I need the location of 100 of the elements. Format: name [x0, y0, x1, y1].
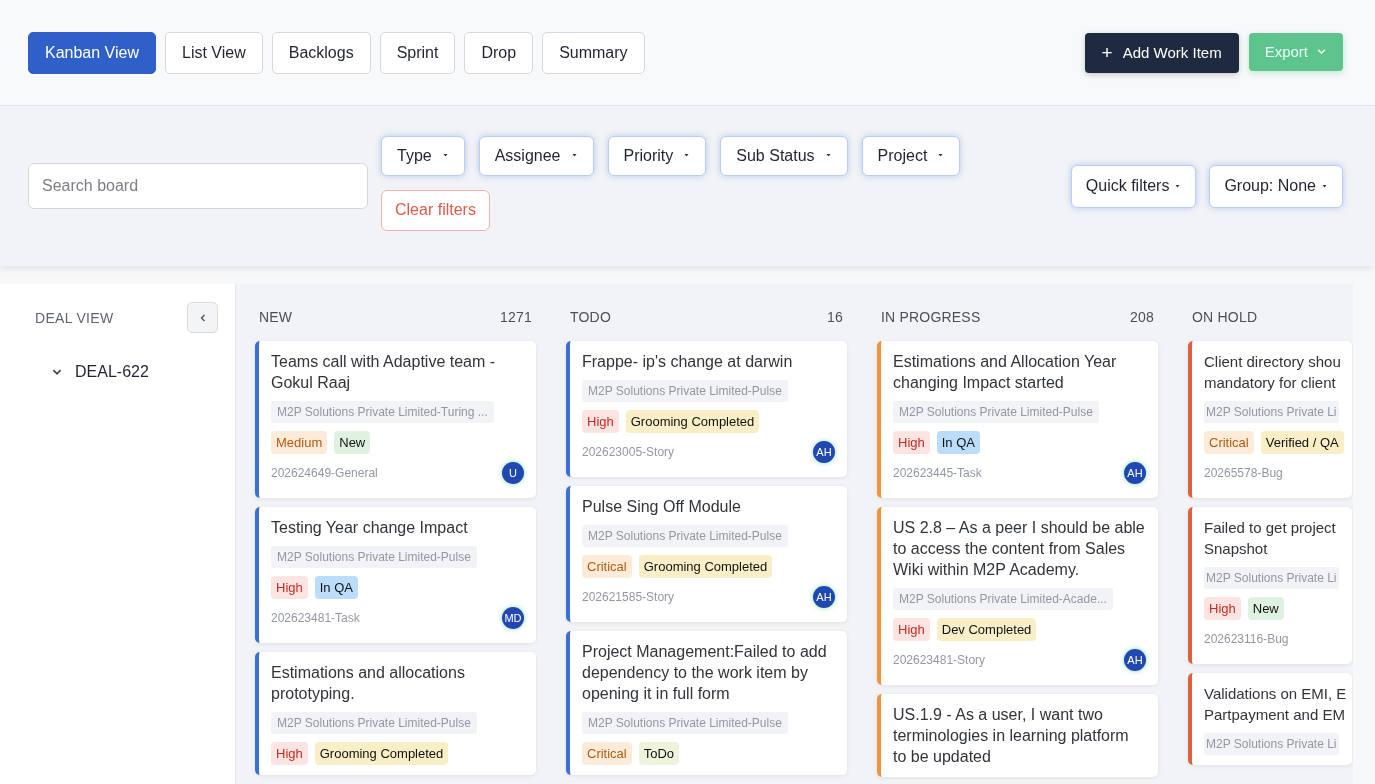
tag: New	[1247, 597, 1284, 620]
column-title: ON HOLD	[1192, 309, 1258, 325]
work-item-id: 20265578-Bug	[1204, 466, 1283, 480]
work-item-card[interactable]: Validations on EMI, E Partpayment and EM M2P Solutions Private Li	[1188, 673, 1352, 765]
tag: Grooming Completed	[638, 555, 773, 578]
filter-dropdown[interactable]: Sub Status	[720, 135, 848, 176]
project-label: M2P Solutions Private Limited-Pulse	[582, 712, 788, 734]
avatar: U	[502, 462, 524, 484]
work-item-id: 202623481-Task	[271, 611, 360, 625]
avatar: MD	[502, 607, 524, 629]
search-field[interactable]: Search board	[28, 163, 368, 209]
caret-icon	[1174, 183, 1182, 189]
work-item-id: 202623481-Story	[893, 653, 986, 667]
work-item-id: 202623116-Bug	[1204, 632, 1289, 646]
card-title: Validations on EMI, E Partpayment and EM	[1204, 684, 1348, 725]
tag: Critical	[582, 555, 632, 578]
project-label: M2P Solutions Private Li	[1204, 567, 1339, 589]
caret-icon	[570, 153, 578, 158]
tag: Dev Completed	[936, 618, 1037, 641]
caret-icon	[824, 153, 832, 158]
project-label: M2P Solutions Private Limited-Pulse	[582, 525, 788, 547]
work-item-card[interactable]: Estimations and allocations prototyping. M2P Solutions Private Limited-Pulse High Grooming Completed	[255, 652, 536, 775]
project-label: M2P Solutions Private Limited-Acade...	[893, 588, 1113, 610]
project-label: M2P Solutions Private Limited-Pulse	[582, 380, 788, 402]
work-item-card[interactable]: Pulse Sing Off Module M2P Solutions Private Limited-Pulse Critical Grooming Completed 202621585-Story AH	[566, 486, 847, 622]
tag: Critical	[1204, 431, 1254, 454]
tag: Critical	[582, 742, 632, 765]
work-item-card[interactable]: Project Management:Failed to add dependency to the work item by opening it in full form M2P Solutions Private Limited-Pulse Critical ToDo	[566, 631, 847, 775]
tag: In QA	[936, 431, 980, 454]
work-item-card[interactable]: US.1.9 - As a user, I want two terminologies in learning platform to be updated	[877, 694, 1158, 777]
view-tab[interactable]: List View	[165, 31, 263, 74]
column-title: IN PROGRESS	[881, 309, 981, 325]
filter-dropdown[interactable]: Type	[381, 135, 465, 176]
column-count: 16	[827, 309, 843, 325]
column-title: NEW	[259, 309, 293, 325]
filter-dropdown[interactable]: Project	[861, 135, 961, 176]
work-item-card[interactable]: Frappe- ip's change at darwin M2P Solutions Private Limited-Pulse High Grooming Completed 202623005-Story AH	[566, 341, 847, 477]
project-label: M2P Solutions Private Limited-Pulse	[893, 401, 1099, 423]
avatar: AH	[1124, 649, 1146, 671]
card-title: Failed to get project Snapshot	[1204, 518, 1337, 559]
tag: New	[334, 431, 371, 454]
card-title: Project Management:Failed to add dependency to the work item by opening it in full form	[582, 642, 828, 704]
tag: Medium	[271, 431, 328, 454]
column-title: TODO	[570, 309, 611, 325]
filter-dropdown[interactable]: Priority	[607, 135, 707, 176]
work-item-id: 202623445-Task	[893, 466, 982, 480]
column-count: 1271	[500, 309, 532, 325]
sidebar-title: DEAL VIEW	[35, 309, 114, 326]
work-item-card[interactable]: Client directory shou mandatory for client M2P Solutions Private Li Critical Verified / QA 20265578-Bug	[1188, 341, 1352, 498]
work-item-card[interactable]: Teams call with Adaptive team - Gokul Raaj M2P Solutions Private Limited-Turing ... Medium New 202624649-General U	[255, 341, 536, 498]
caret-icon	[937, 153, 945, 158]
clear-filters-button[interactable]: Clear filters	[381, 189, 490, 231]
view-tab[interactable]: Sprint	[379, 31, 456, 74]
card-title: Client directory shou mandatory for client	[1204, 352, 1342, 393]
tag: In QA	[314, 576, 358, 599]
work-item-id: 202621585-Story	[582, 590, 675, 604]
card-title: US.1.9 - As a user, I want two terminologies in learning platform to be updated	[893, 705, 1130, 767]
tag: Verified / QA	[1260, 431, 1344, 454]
tag: High	[893, 618, 930, 641]
avatar: AH	[1124, 462, 1146, 484]
work-item-card[interactable]: US 2.8 – As a peer I should be able to access the content from Sales Wiki within M2P Academy. M2P Solutions Private Limited-Acade... High Dev Completed 202623481-Story AH	[877, 507, 1158, 685]
add-work-item-button[interactable]: + Add Work Item	[1084, 32, 1239, 73]
card-title: US 2.8 – As a peer I should be able to access the content from Sales Wiki within M2P Academy.	[893, 518, 1146, 580]
work-item-card[interactable]: Failed to get project Snapshot M2P Solutions Private Li High New 202623116-Bug	[1188, 507, 1352, 664]
project-label: M2P Solutions Private Limited-Pulse	[271, 712, 477, 734]
view-tab[interactable]: Summary	[542, 31, 645, 74]
tag: High	[271, 576, 308, 599]
quick-filters-dropdown[interactable]: Quick filters	[1070, 164, 1197, 208]
card-title: Estimations and allocations prototyping.	[271, 663, 466, 704]
tag: High	[582, 410, 619, 433]
view-tab[interactable]: Backlogs	[271, 31, 371, 74]
work-item-card[interactable]: Estimations and Allocation Year changing Impact started M2P Solutions Private Limited-Pulse High In QA 202623445-Task AH	[877, 341, 1158, 498]
card-title: Teams call with Adaptive team - Gokul Raaj	[271, 352, 497, 393]
work-item-id: 202623005-Story	[582, 445, 675, 459]
tag: High	[893, 431, 930, 454]
card-title: Frappe- ip's change at darwin	[582, 352, 794, 372]
tree-item[interactable]: DEAL-622	[51, 363, 218, 381]
tag: High	[271, 742, 308, 765]
tag: ToDo	[638, 742, 680, 765]
filter-dropdown[interactable]: Assignee	[478, 135, 594, 176]
group-dropdown[interactable]: Group: None	[1209, 164, 1343, 208]
card-title: Testing Year change Impact	[271, 518, 469, 538]
project-label: M2P Solutions Private Li	[1204, 401, 1339, 423]
work-item-card[interactable]: Testing Year change Impact M2P Solutions Private Limited-Pulse High In QA 202623481-Task MD	[255, 507, 536, 643]
work-item-id: 202624649-General	[271, 466, 378, 480]
card-title: Pulse Sing Off Module	[582, 497, 742, 517]
project-label: M2P Solutions Private Li	[1204, 733, 1339, 755]
collapse-button[interactable]	[187, 302, 218, 333]
project-label: M2P Solutions Private Limited-Turing ...	[271, 401, 494, 423]
project-label: M2P Solutions Private Limited-Pulse	[271, 546, 477, 568]
tag: Grooming Completed	[625, 410, 760, 433]
column-count: 208	[1130, 309, 1154, 325]
caret-icon	[441, 153, 449, 158]
card-title: Estimations and Allocation Year changing Impact started	[893, 352, 1118, 393]
view-tab[interactable]: Drop	[464, 31, 534, 74]
view-tab[interactable]: Kanban View	[28, 31, 156, 74]
tag: High	[1204, 597, 1241, 620]
tag: Grooming Completed	[314, 742, 449, 765]
avatar: AH	[813, 586, 835, 608]
avatar: AH	[813, 441, 835, 463]
